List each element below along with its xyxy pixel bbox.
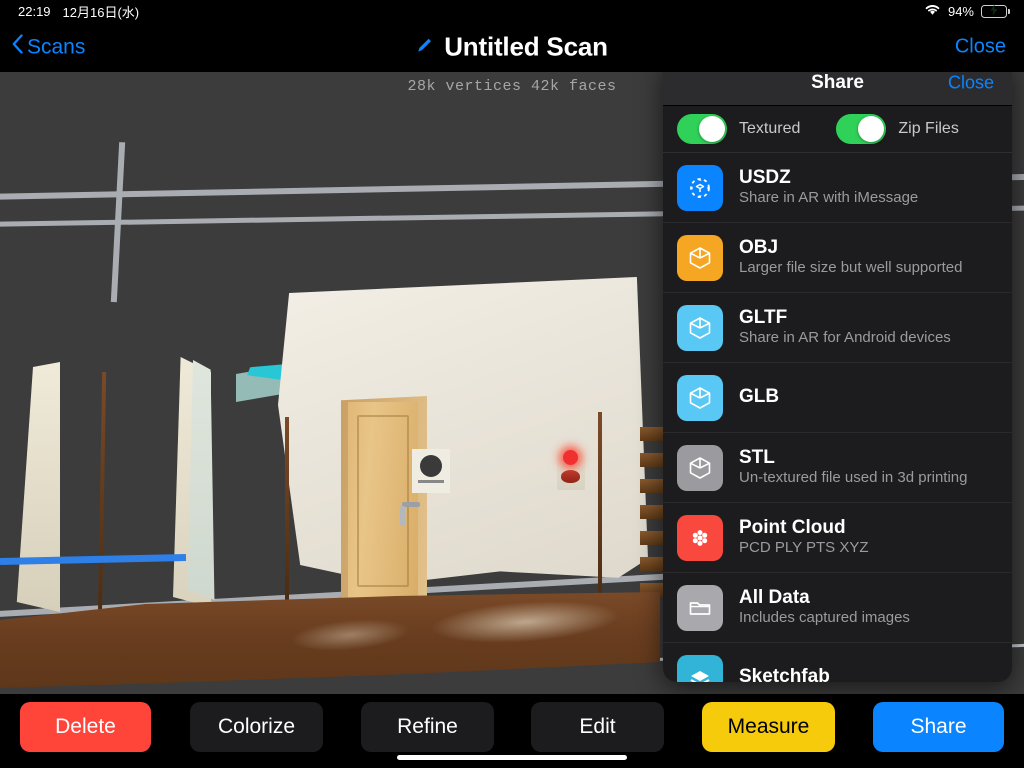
export-item-subtitle: Larger file size but well supported [739,259,963,277]
export-item-point-cloud[interactable]: Point Cloud PCD PLY PTS XYZ [663,503,1012,573]
export-item-title: All Data [739,588,810,609]
status-bar-left: 22:19 12月16日(水) [0,2,139,21]
colorize-button[interactable]: Colorize [190,702,323,752]
colorize-button-label: Colorize [217,715,296,738]
export-item-title: Sketchfab [739,666,830,682]
export-item-subtitle: Un-textured file used in 3d printing [739,469,968,487]
share-button-label: Share [910,715,967,738]
zip-files-toggle[interactable] [836,114,887,144]
status-time: 22:19 [18,3,51,19]
wifi-icon [924,3,941,19]
cube-icon [677,444,723,491]
status-date: 12月16日(水) [62,4,140,20]
battery-percent-label: 94% [947,3,974,19]
scanner-app-screen: 22:19 12月16日(水) 94% Scans Untitled Scan … [0,0,1024,768]
ar-cube-icon [677,164,723,211]
export-item-subtitle: Share in AR with iMessage [739,189,919,207]
export-item-gltf[interactable]: GLTF Share in AR for Android devices [663,293,1012,363]
export-item-subtitle: Share in AR for Android devices [739,329,951,347]
back-to-scans-button[interactable]: Scans [12,34,86,60]
page-title: Untitled Scan [444,31,608,62]
export-item-glb[interactable]: GLB [663,363,1012,433]
textured-toggle[interactable] [677,114,727,144]
textured-toggle-group[interactable]: Textured [677,114,800,144]
share-panel-title: Share [811,71,864,93]
mesh-alarm-bell [561,470,580,483]
export-item-subtitle: Includes captured images [739,609,910,627]
toggle-knob [858,116,885,142]
home-indicator[interactable] [397,755,627,760]
battery-icon [981,4,1010,19]
back-label: Scans [27,35,86,58]
export-item-subtitle: PCD PLY PTS XYZ [739,539,869,557]
share-panel[interactable]: Share Close Textured Zip Files USDZ Shar… [663,60,1012,682]
export-item-title: OBJ [739,238,779,259]
export-item-stl[interactable]: STL Un-textured file used in 3d printing [663,433,1012,503]
zip-files-toggle-label: Zip Files [898,120,959,137]
export-item-sketchfab[interactable]: Sketchfab [663,643,1012,682]
folder-icon [677,584,723,631]
export-item-text: USDZ Share in AR with iMessage [739,168,918,206]
export-item-usdz[interactable]: USDZ Share in AR with iMessage [663,153,1012,223]
sketchfab-icon [677,654,723,682]
delete-button[interactable]: Delete [20,702,151,752]
export-item-title: STL [739,448,775,469]
mesh-wall-main [278,277,648,585]
share-options-row: Textured Zip Files [663,106,1012,153]
refine-button-label: Refine [397,715,458,738]
pencil-icon[interactable] [416,36,433,58]
bottom-toolbar: Delete Colorize Refine Edit Measure Shar… [0,694,1024,768]
export-item-text: STL Un-textured file used in 3d printing [739,448,967,486]
edit-button[interactable]: Edit [531,702,664,752]
export-item-obj[interactable]: OBJ Larger file size but well supported [663,223,1012,293]
delete-button-label: Delete [55,715,116,738]
mesh-crack [598,412,602,607]
mesh-door-panel [357,415,409,587]
export-item-title: GLB [739,386,780,407]
navigation-bar: Scans Untitled Scan Close [0,22,1024,72]
status-bar: 22:19 12月16日(水) 94% [0,0,1024,22]
chevron-left-icon [12,34,23,60]
mesh-alarm-led [563,450,578,465]
mesh-sign-text [418,480,444,483]
toggle-knob [699,116,725,142]
export-item-text: Sketchfab [739,667,830,682]
export-item-text: All Data Includes captured images [739,588,910,626]
export-item-title: GLTF [739,308,788,329]
close-scan-button[interactable]: Close [955,36,1006,59]
export-item-text: GLTF Share in AR for Android devices [739,308,951,346]
cube-icon [677,234,723,281]
mesh-crack [97,371,107,623]
export-item-text: GLB [739,387,779,409]
status-bar-right: 94% [924,3,1024,19]
mesh-door-handle-lever [400,506,405,526]
export-item-text: Point Cloud PCD PLY PTS XYZ [739,518,869,556]
edit-button-label: Edit [579,715,616,738]
zip-files-toggle-group[interactable]: Zip Files [836,114,959,144]
export-item-text: OBJ Larger file size but well supported [739,238,962,276]
cube-icon [677,304,723,351]
export-item-title: Point Cloud [739,518,846,539]
point-cloud-icon [677,514,723,561]
mesh-wall-left-far [16,362,60,612]
export-format-list: USDZ Share in AR with iMessage OBJ Large… [663,153,1012,682]
share-panel-close-button[interactable]: Close [948,72,994,93]
refine-button[interactable]: Refine [361,702,494,752]
measure-button-label: Measure [727,715,810,738]
mesh-restroom-glyph [420,455,442,477]
textured-toggle-label: Textured [739,120,801,137]
export-item-title: USDZ [739,168,791,189]
charging-bolt-icon [990,4,998,19]
share-button[interactable]: Share [873,702,1004,752]
measure-button[interactable]: Measure [702,702,835,752]
scan-title-group[interactable]: Untitled Scan [416,32,608,63]
mesh-crack [285,417,289,602]
cube-icon [677,374,723,421]
export-item-all-data[interactable]: All Data Includes captured images [663,573,1012,643]
